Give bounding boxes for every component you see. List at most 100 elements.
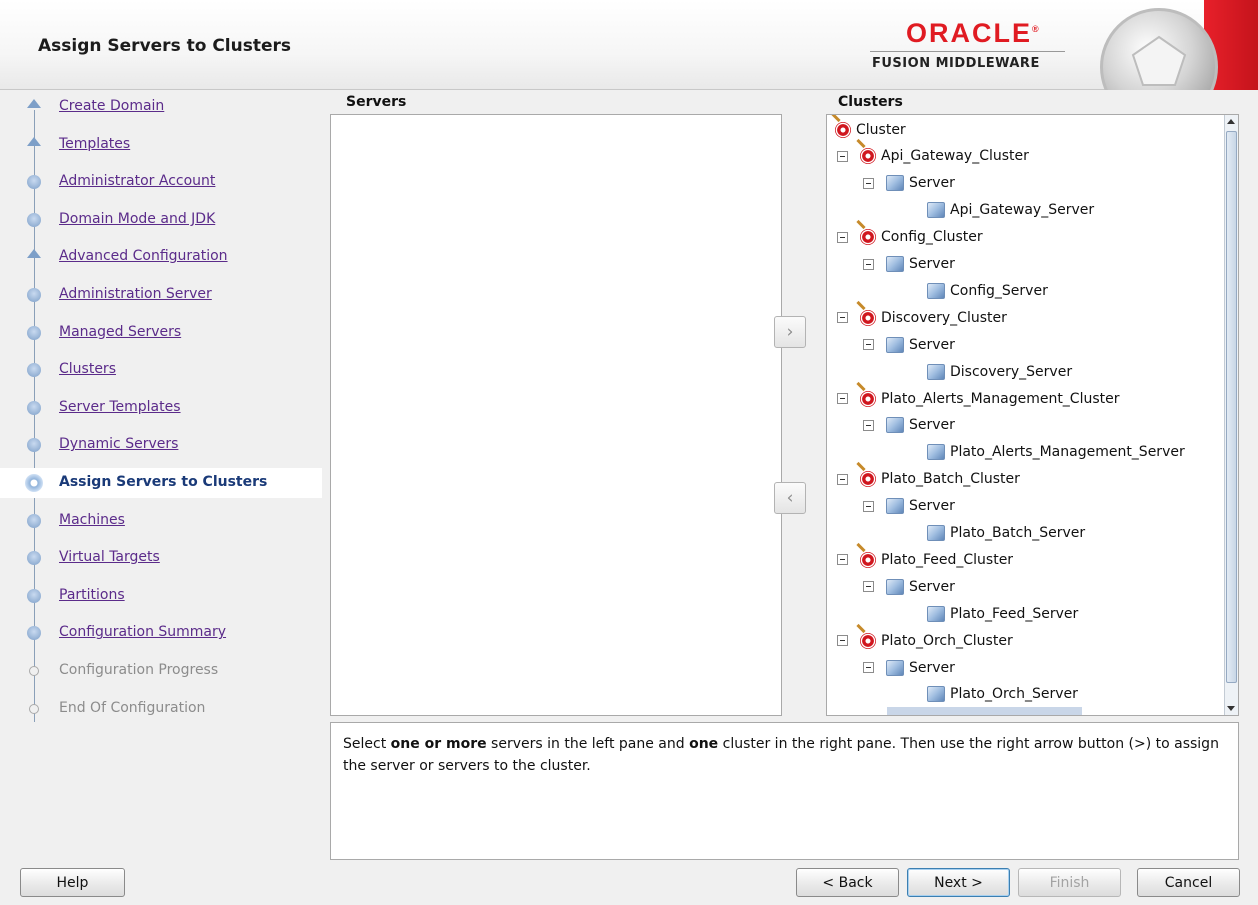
milestone-icon <box>29 703 39 714</box>
tree-node-cluster[interactable]: Plato_Orch_Cluster <box>837 627 1013 654</box>
collapse-toggle-icon[interactable] <box>863 581 874 593</box>
nav-step-dynamic-servers[interactable]: Dynamic Servers <box>0 430 322 460</box>
tree-node-label: Config_Cluster <box>881 229 983 246</box>
page-title: Assign Servers to Clusters <box>38 36 292 56</box>
milestone-icon <box>29 666 39 676</box>
clusters-tree[interactable]: Cluster Api_Gateway_Cluster Server Api_Gate… <box>826 114 1239 716</box>
milestone-icon <box>27 400 41 415</box>
nav-step-label: Configuration Progress <box>59 662 219 678</box>
tree-node-server-group[interactable]: Server <box>863 573 955 600</box>
collapse-toggle-icon[interactable] <box>837 473 848 485</box>
nav-step-label: Configuration Summary <box>59 624 227 641</box>
nav-step-create-domain[interactable]: Create Domain <box>0 92 322 122</box>
collapse-toggle-icon[interactable] <box>863 662 874 673</box>
tree-node-server[interactable]: Api_Gateway_Server <box>927 197 1094 224</box>
server-cube-icon <box>927 363 945 380</box>
collapse-toggle-icon[interactable] <box>863 339 874 351</box>
remove-from-cluster-button[interactable]: ‹ <box>774 482 806 514</box>
scroll-down-icon[interactable] <box>1227 706 1235 711</box>
milestone-icon <box>27 363 41 378</box>
tree-node-cluster[interactable]: Discovery_Cluster <box>837 304 1007 331</box>
collapse-toggle-icon[interactable] <box>837 231 848 243</box>
collapse-toggle-icon[interactable] <box>837 393 848 404</box>
milestone-icon <box>27 438 41 453</box>
nav-step-label: Domain Mode and JDK <box>59 210 216 227</box>
server-cube-icon <box>886 578 904 595</box>
fusion-middleware-text: FUSION MIDDLEWARE <box>872 56 1040 71</box>
server-cube-icon <box>886 256 904 272</box>
nav-step-partitions[interactable]: Partitions <box>0 581 322 611</box>
tree-node-cluster[interactable]: Plato_Feed_Cluster <box>837 546 1013 573</box>
collapse-toggle-icon[interactable] <box>837 150 848 162</box>
next-button[interactable]: Next > <box>907 868 1010 897</box>
nav-step-label: Clusters <box>59 361 116 378</box>
tree-node-root[interactable]: Cluster <box>831 116 906 143</box>
assign-to-cluster-button[interactable]: › <box>774 316 806 348</box>
nav-step-domain-mode-and-jdk[interactable]: Domain Mode and JDK <box>0 205 322 235</box>
cluster-target-icon <box>860 471 876 488</box>
tree-node-label: Server <box>909 417 955 434</box>
help-button[interactable]: Help <box>20 868 125 897</box>
tree-node-label: Server <box>909 659 955 676</box>
tree-node-clipped[interactable] <box>887 707 1082 715</box>
nav-step-managed-servers[interactable]: Managed Servers <box>0 318 322 348</box>
cancel-button[interactable]: Cancel <box>1137 868 1240 897</box>
nav-step-assign-servers-to-clusters[interactable]: Assign Servers to Clusters <box>0 468 322 498</box>
tree-node-cluster[interactable]: Plato_Batch_Cluster <box>837 466 1020 493</box>
milestone-icon <box>27 288 41 302</box>
tree-node-label: Cluster <box>856 121 906 138</box>
tree-node-server-group[interactable]: Server <box>863 654 955 681</box>
server-cube-icon <box>927 525 945 541</box>
tree-node-server[interactable]: Plato_Batch_Server <box>927 520 1085 547</box>
server-cube-icon <box>886 417 904 434</box>
tree-node-cluster[interactable]: Config_Cluster <box>837 224 983 251</box>
tree-node-label: Plato_Batch_Server <box>950 525 1086 541</box>
tree-node-server[interactable]: Plato_Feed_Server <box>927 600 1078 627</box>
milestone-icon <box>25 136 43 150</box>
cluster-target-icon <box>860 229 876 246</box>
back-button[interactable]: < Back <box>796 868 899 897</box>
scroll-thumb[interactable] <box>1226 131 1237 683</box>
servers-list[interactable] <box>330 114 782 716</box>
nav-step-administration-server[interactable]: Administration Server <box>0 280 322 310</box>
collapse-toggle-icon[interactable] <box>837 554 848 566</box>
tree-node-server-group[interactable]: Server <box>863 412 955 439</box>
nav-step-administrator-account[interactable]: Administrator Account <box>0 167 322 197</box>
scroll-up-icon[interactable] <box>1227 119 1235 124</box>
oracle-logo-text: ORACLE® <box>906 18 1041 48</box>
nav-step-advanced-configuration[interactable]: Advanced Configuration <box>0 242 322 272</box>
nav-step-machines[interactable]: Machines <box>0 506 322 536</box>
tree-node-server-group[interactable]: Server <box>863 331 955 358</box>
collapse-toggle-icon[interactable] <box>837 635 848 647</box>
milestone-icon <box>27 551 41 566</box>
tree-node-label: Api_Gateway_Cluster <box>881 148 1029 165</box>
cluster-target-icon <box>860 148 876 165</box>
nav-step-label: Managed Servers <box>59 323 182 340</box>
cluster-target-icon <box>860 390 876 407</box>
tree-node-server[interactable]: Plato_Orch_Server <box>927 681 1078 708</box>
tree-node-server-group[interactable]: Server <box>863 493 955 520</box>
oracle-brand: ORACLE® FUSION MIDDLEWARE <box>870 14 1070 71</box>
collapse-toggle-icon[interactable] <box>863 419 874 431</box>
nav-step-templates[interactable]: Templates <box>0 130 322 160</box>
collapse-toggle-icon[interactable] <box>863 177 874 189</box>
nav-step-server-templates[interactable]: Server Templates <box>0 393 322 423</box>
tree-node-label: Plato_Feed_Server <box>950 605 1079 622</box>
tree-node-server[interactable]: Config_Server <box>927 277 1048 304</box>
tree-node-server[interactable]: Discovery_Server <box>927 358 1072 385</box>
tree-node-server-group[interactable]: Server <box>863 170 955 197</box>
collapse-toggle-icon[interactable] <box>837 312 848 324</box>
tree-node-server-group[interactable]: Server <box>863 251 955 278</box>
nav-step-virtual-targets[interactable]: Virtual Targets <box>0 543 322 573</box>
collapse-toggle-icon[interactable] <box>863 500 874 512</box>
tree-node-server[interactable]: Plato_Alerts_Management_Server <box>927 439 1185 466</box>
collapse-toggle-icon[interactable] <box>863 258 874 270</box>
tree-node-cluster[interactable]: Api_Gateway_Cluster <box>837 143 1029 170</box>
nav-step-clusters[interactable]: Clusters <box>0 355 322 385</box>
tree-node-label: Api_Gateway_Server <box>950 202 1095 219</box>
tree-node-cluster[interactable]: Plato_Alerts_Management_Cluster <box>837 385 1120 412</box>
nav-step-configuration-summary[interactable]: Configuration Summary <box>0 618 322 648</box>
clusters-scrollbar[interactable] <box>1224 115 1238 715</box>
milestone-icon <box>27 626 41 641</box>
nav-step-label: Server Templates <box>59 398 181 415</box>
